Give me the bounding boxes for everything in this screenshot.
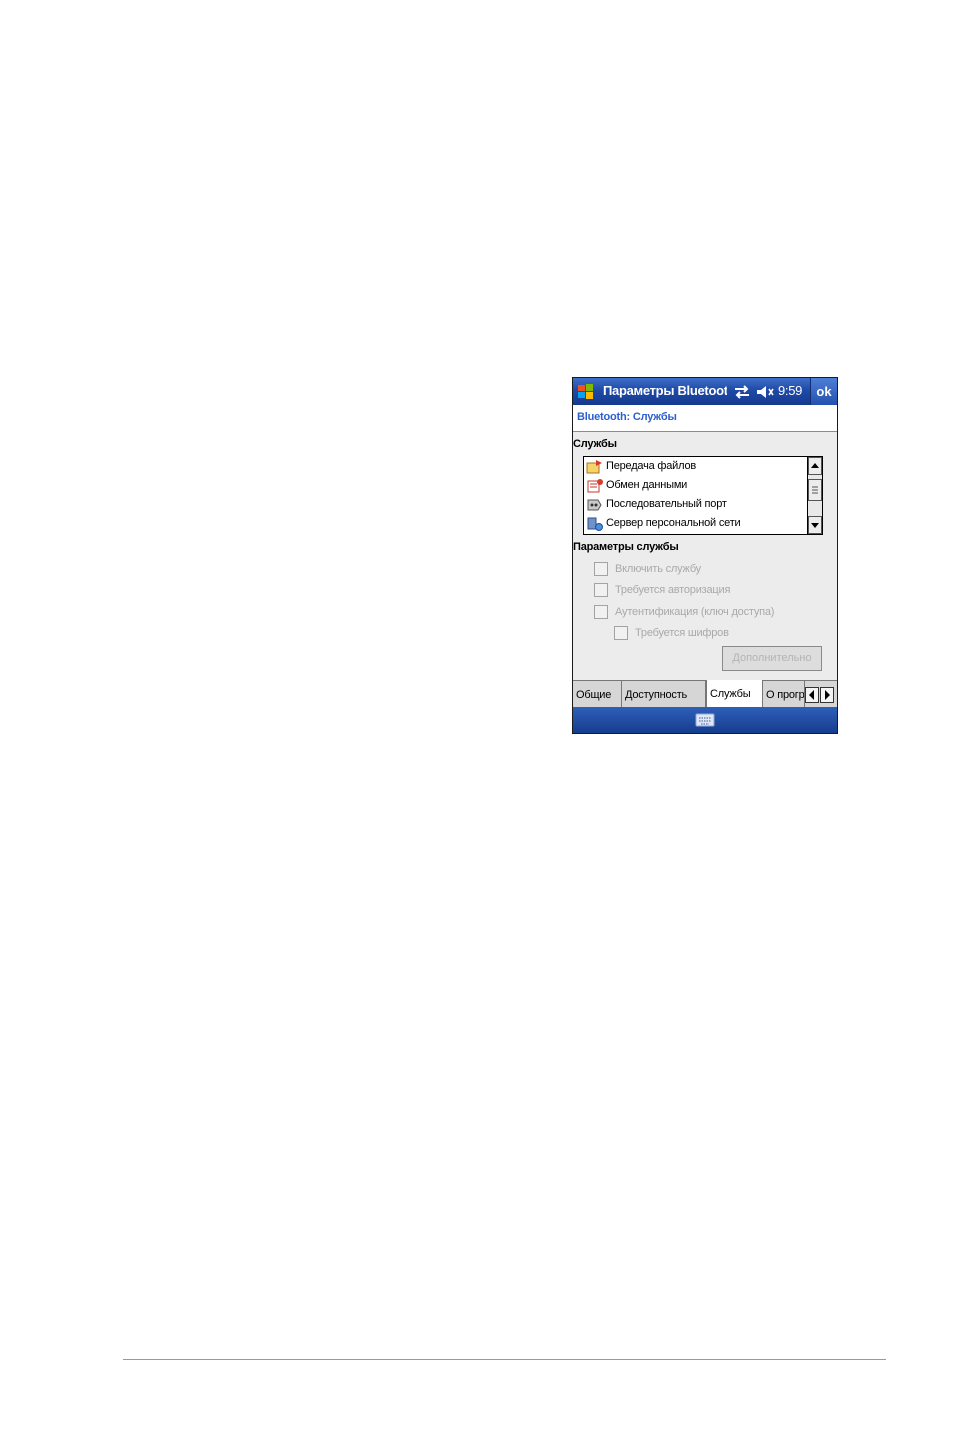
- file-transfer-icon: [586, 460, 602, 474]
- checkbox-box[interactable]: [594, 605, 608, 619]
- clock[interactable]: 9:59: [778, 383, 802, 398]
- sync-arrows-icon[interactable]: [733, 383, 751, 401]
- list-item[interactable]: Сервер персональной сети: [586, 515, 806, 533]
- service-params-label: Параметры службы: [573, 541, 679, 553]
- auth-required-checkbox[interactable]: Требуется авторизация: [594, 582, 794, 600]
- data-exchange-icon: [587, 479, 603, 493]
- keyboard-icon[interactable]: [695, 713, 715, 727]
- list-item[interactable]: Передача файлов: [586, 458, 806, 476]
- ok-button[interactable]: ok: [810, 378, 837, 405]
- authentication-checkbox[interactable]: Аутентификация (ключ доступа): [594, 604, 824, 622]
- triangle-right-icon: [825, 690, 830, 700]
- tab-about[interactable]: О программе: [763, 681, 805, 708]
- page-footer-rule: [123, 1359, 886, 1360]
- services-list[interactable]: Передача файлов Обмен данными Последоват…: [583, 456, 823, 535]
- checkbox-box[interactable]: [594, 562, 608, 576]
- menu-bar: [573, 707, 837, 733]
- content-area: Службы Передача файлов Обмен данными Пос…: [573, 432, 837, 680]
- triangle-down-icon: [811, 523, 819, 528]
- advanced-button[interactable]: Дополнительно: [722, 646, 822, 671]
- tab-bar: Общие Доступность Службы О программе: [573, 680, 837, 709]
- checkbox-box[interactable]: [594, 583, 608, 597]
- volume-mute-icon[interactable]: [755, 383, 777, 401]
- enable-service-checkbox[interactable]: Включить службу: [594, 561, 794, 579]
- serial-port-icon: [587, 499, 602, 511]
- checkbox-box[interactable]: [614, 626, 628, 640]
- list-item[interactable]: Последовательный порт: [586, 496, 806, 514]
- pocket-pc-screen: Параметры Bluetooth 9:59 ok Bluetooth: С…: [572, 377, 838, 734]
- list-scrollbar[interactable]: [807, 457, 822, 534]
- page-header: Bluetooth: Службы: [573, 405, 837, 432]
- tab-accessibility[interactable]: Доступность: [622, 681, 706, 708]
- scroll-down-button[interactable]: [808, 516, 822, 534]
- window-title: Параметры Bluetooth: [603, 383, 727, 398]
- grip-icon: [812, 486, 818, 494]
- triangle-up-icon: [811, 463, 819, 468]
- triangle-left-icon: [809, 690, 814, 700]
- page-title: Bluetooth: Службы: [577, 411, 677, 423]
- tab-scroll-left[interactable]: [805, 687, 819, 703]
- title-bar: Параметры Bluetooth 9:59 ok: [573, 378, 837, 405]
- services-label: Службы: [573, 438, 617, 450]
- network-server-icon: [587, 517, 603, 531]
- tab-general[interactable]: Общие: [573, 681, 622, 708]
- scroll-thumb[interactable]: [808, 479, 822, 501]
- scroll-up-button[interactable]: [808, 457, 822, 475]
- tab-services[interactable]: Службы: [706, 680, 763, 709]
- encryption-required-checkbox[interactable]: Требуется шифров: [614, 625, 814, 643]
- list-item[interactable]: Обмен данными: [586, 477, 806, 495]
- windows-start-icon[interactable]: [577, 383, 595, 401]
- tab-scroll-right[interactable]: [820, 687, 834, 703]
